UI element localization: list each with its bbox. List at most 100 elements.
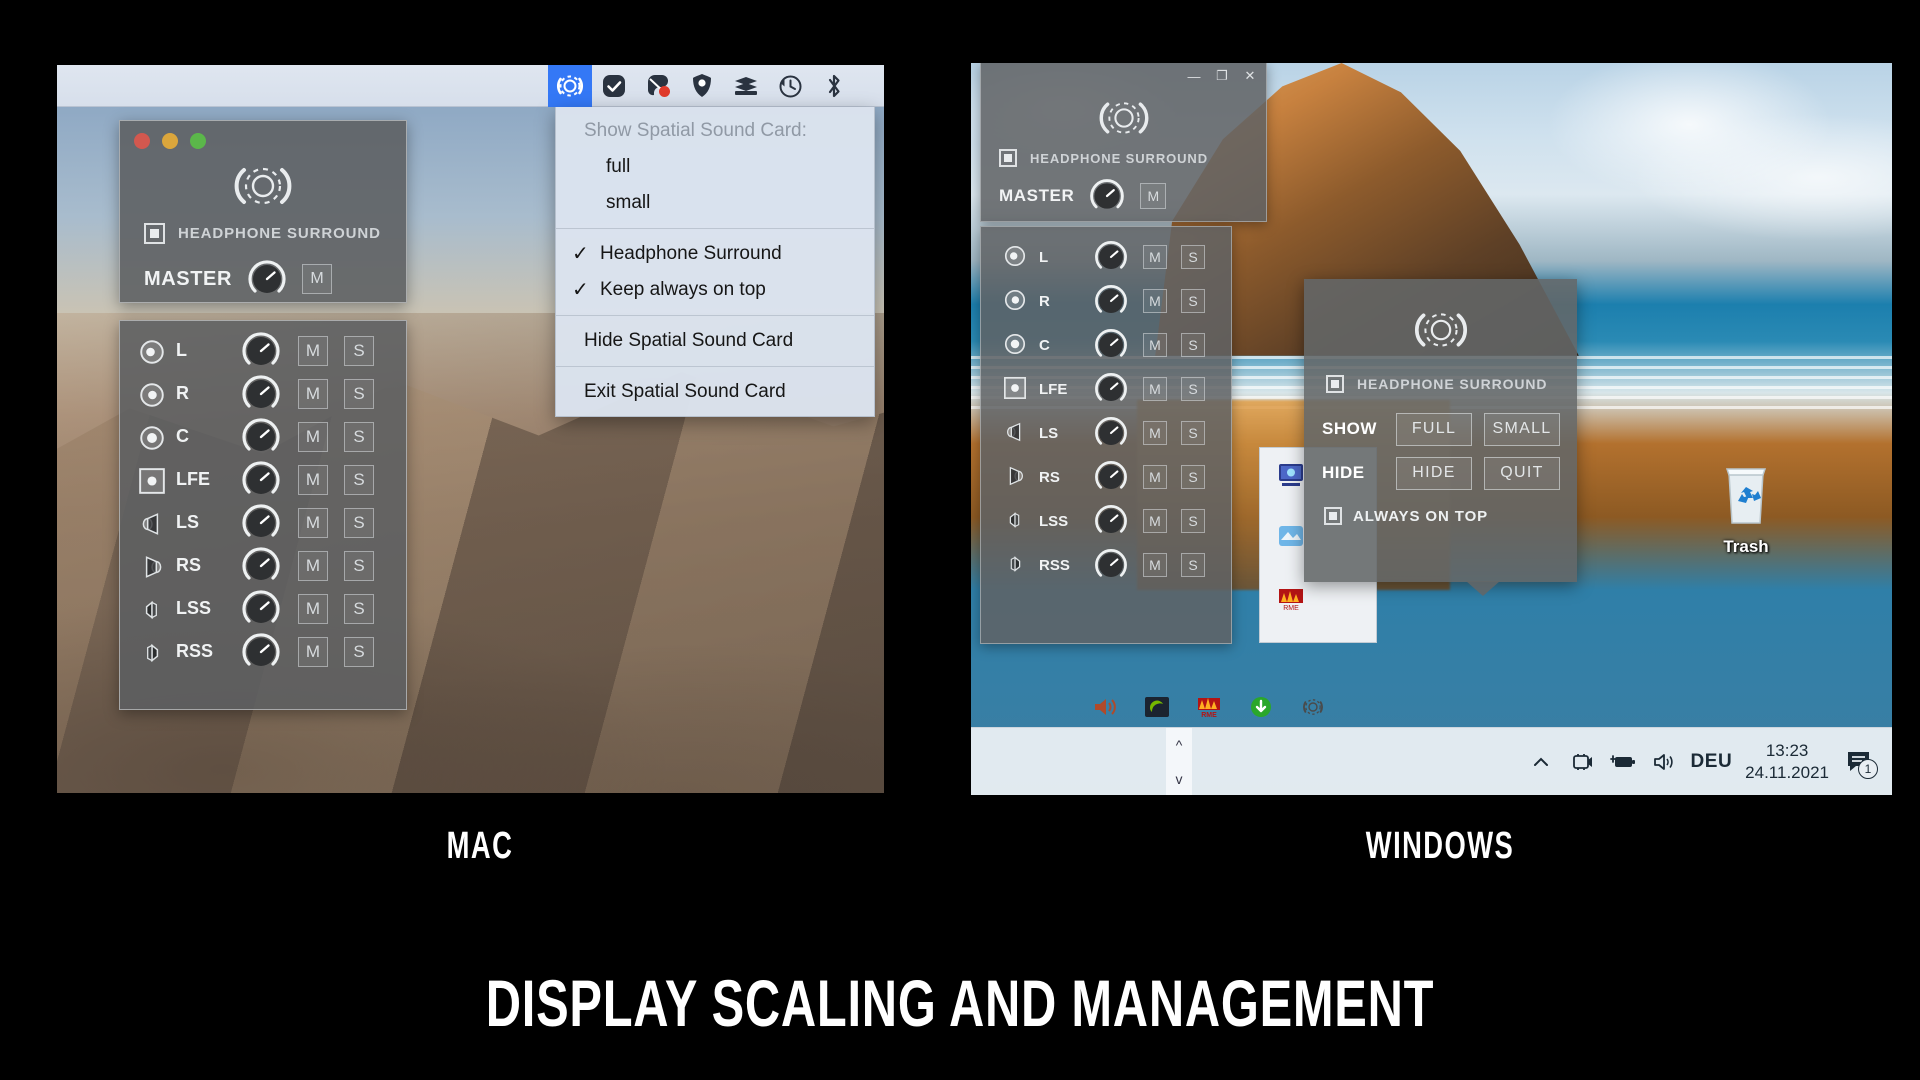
channel-solo-button[interactable]: S: [1181, 333, 1205, 357]
channel-volume-knob[interactable]: [240, 416, 282, 458]
channel-solo-button[interactable]: S: [1181, 465, 1205, 489]
speaker-front-left-icon[interactable]: [138, 338, 164, 364]
mac-master-window[interactable]: HEADPHONE SURROUND MASTER M: [119, 120, 407, 303]
spatial-sound-card-icon[interactable]: [548, 65, 592, 107]
menu-item-show-full[interactable]: full: [556, 149, 874, 185]
channel-solo-button[interactable]: S: [344, 593, 374, 624]
time-machine-icon[interactable]: [768, 65, 812, 107]
green-update-icon[interactable]: [1247, 693, 1275, 721]
channel-solo-button[interactable]: S: [344, 421, 374, 452]
windows-taskbar[interactable]: ^ v DEU 13:23 24.11.2021 1: [971, 727, 1892, 795]
channel-volume-knob[interactable]: [240, 588, 282, 630]
battery-icon[interactable]: [1609, 748, 1637, 776]
taskbar-scroll-arrows[interactable]: ^ v: [1166, 728, 1192, 795]
hide-button[interactable]: HIDE: [1396, 456, 1472, 490]
menu-item-hide-spatial-sound-card[interactable]: Hide Spatial Sound Card: [556, 323, 874, 359]
mac-headphone-surround-toggle[interactable]: HEADPHONE SURROUND: [144, 223, 381, 244]
channel-mute-button[interactable]: M: [298, 507, 328, 538]
master-volume-knob[interactable]: [246, 258, 288, 300]
close-button[interactable]: [134, 133, 150, 149]
channel-volume-knob[interactable]: [1093, 239, 1129, 275]
show-full-button[interactable]: FULL: [1396, 412, 1472, 446]
spatial-sound-card-icon[interactable]: [1299, 693, 1327, 721]
channel-mute-button[interactable]: M: [298, 593, 328, 624]
channel-solo-button[interactable]: S: [1181, 245, 1205, 269]
channel-volume-knob[interactable]: [1093, 371, 1129, 407]
menu-item-keep-always-on-top[interactable]: ✓ Keep always on top: [556, 272, 874, 308]
desktop-icon-trash[interactable]: Trash: [1698, 463, 1794, 557]
speaker-center-icon[interactable]: [1003, 332, 1029, 358]
channel-volume-knob[interactable]: [1093, 459, 1129, 495]
channel-mute-button[interactable]: M: [1143, 289, 1167, 313]
scroll-down-icon[interactable]: v: [1176, 771, 1183, 787]
notifications-icon[interactable]: 1: [1842, 748, 1878, 779]
speaker-left-side-icon[interactable]: [1003, 508, 1029, 534]
close-button[interactable]: ✕: [1236, 65, 1264, 87]
channel-mute-button[interactable]: M: [1143, 465, 1167, 489]
channel-mute-button[interactable]: M: [1143, 333, 1167, 357]
always-on-top-toggle[interactable]: ALWAYS ON TOP: [1324, 507, 1488, 525]
taskbar-language[interactable]: DEU: [1691, 751, 1733, 773]
maximize-button[interactable]: ❐: [1208, 65, 1236, 87]
channel-solo-button[interactable]: S: [344, 464, 374, 495]
popup-headphone-surround-toggle[interactable]: HEADPHONE SURROUND: [1326, 375, 1547, 393]
zoom-button[interactable]: [190, 133, 206, 149]
channel-volume-knob[interactable]: [1093, 283, 1129, 319]
menu-item-show-small[interactable]: small: [556, 185, 874, 221]
checkbox-square-icon[interactable]: [144, 223, 165, 244]
channel-solo-button[interactable]: S: [344, 378, 374, 409]
computer-icon[interactable]: [1276, 462, 1306, 488]
channel-volume-knob[interactable]: [240, 373, 282, 415]
layers-icon[interactable]: [724, 65, 768, 107]
check-badge-icon[interactable]: [592, 65, 636, 107]
windows-headphone-surround-toggle[interactable]: HEADPHONE SURROUND: [999, 149, 1208, 167]
speaker-center-icon[interactable]: [138, 424, 164, 450]
channel-solo-button[interactable]: S: [344, 335, 374, 366]
channel-mute-button[interactable]: M: [1143, 245, 1167, 269]
channel-mute-button[interactable]: M: [298, 636, 328, 667]
channel-mute-button[interactable]: M: [1143, 509, 1167, 533]
checkbox-square-icon[interactable]: [1324, 507, 1342, 525]
channel-mute-button[interactable]: M: [298, 464, 328, 495]
scroll-up-icon[interactable]: ^: [1176, 737, 1183, 753]
channel-volume-knob[interactable]: [1093, 547, 1129, 583]
speaker-left-surround-icon[interactable]: [1003, 420, 1029, 446]
show-small-button[interactable]: SMALL: [1484, 412, 1560, 446]
speaker-right-surround-icon[interactable]: [138, 553, 164, 579]
master-mute-button[interactable]: M: [302, 264, 333, 294]
shield-location-icon[interactable]: [680, 65, 724, 107]
rme-icon[interactable]: RME: [1276, 586, 1306, 612]
windows-master-window[interactable]: — ❐ ✕ HEADPHONE SURROUND MASTER M: [980, 63, 1267, 222]
chevron-up-icon[interactable]: [1527, 748, 1555, 776]
speaker-icon[interactable]: [1650, 748, 1678, 776]
channel-solo-button[interactable]: S: [1181, 553, 1205, 577]
subwoofer-icon[interactable]: [1003, 376, 1029, 402]
menu-item-exit-spatial-sound-card[interactable]: Exit Spatial Sound Card: [556, 374, 874, 410]
channel-solo-button[interactable]: S: [1181, 509, 1205, 533]
channel-solo-button[interactable]: S: [344, 507, 374, 538]
volume-icon[interactable]: [1091, 693, 1119, 721]
minimize-button[interactable]: [162, 133, 178, 149]
quit-button[interactable]: QUIT: [1484, 456, 1560, 490]
channel-volume-knob[interactable]: [240, 330, 282, 372]
channel-solo-button[interactable]: S: [1181, 421, 1205, 445]
checkbox-square-icon[interactable]: [1326, 375, 1344, 393]
minimize-button[interactable]: —: [1180, 65, 1208, 87]
bluetooth-icon[interactable]: [812, 65, 856, 107]
speaker-right-side-icon[interactable]: [1003, 552, 1029, 578]
master-volume-knob[interactable]: [1088, 177, 1126, 215]
taskbar-clock[interactable]: 13:23 24.11.2021: [1745, 740, 1829, 784]
windows-tray-popup[interactable]: HEADPHONE SURROUND SHOW FULL SMALL HIDE …: [1304, 279, 1577, 596]
nvidia-icon[interactable]: [1143, 693, 1171, 721]
channel-volume-knob[interactable]: [1093, 503, 1129, 539]
channel-mute-button[interactable]: M: [1143, 421, 1167, 445]
channel-volume-knob[interactable]: [240, 631, 282, 673]
channel-mute-button[interactable]: M: [298, 550, 328, 581]
speaker-front-left-icon[interactable]: [1003, 244, 1029, 270]
channel-mute-button[interactable]: M: [1143, 553, 1167, 577]
channel-volume-knob[interactable]: [240, 502, 282, 544]
channel-mute-button[interactable]: M: [298, 335, 328, 366]
record-camera-icon[interactable]: [636, 65, 680, 107]
channel-solo-button[interactable]: S: [344, 636, 374, 667]
speaker-right-side-icon[interactable]: [138, 639, 164, 665]
